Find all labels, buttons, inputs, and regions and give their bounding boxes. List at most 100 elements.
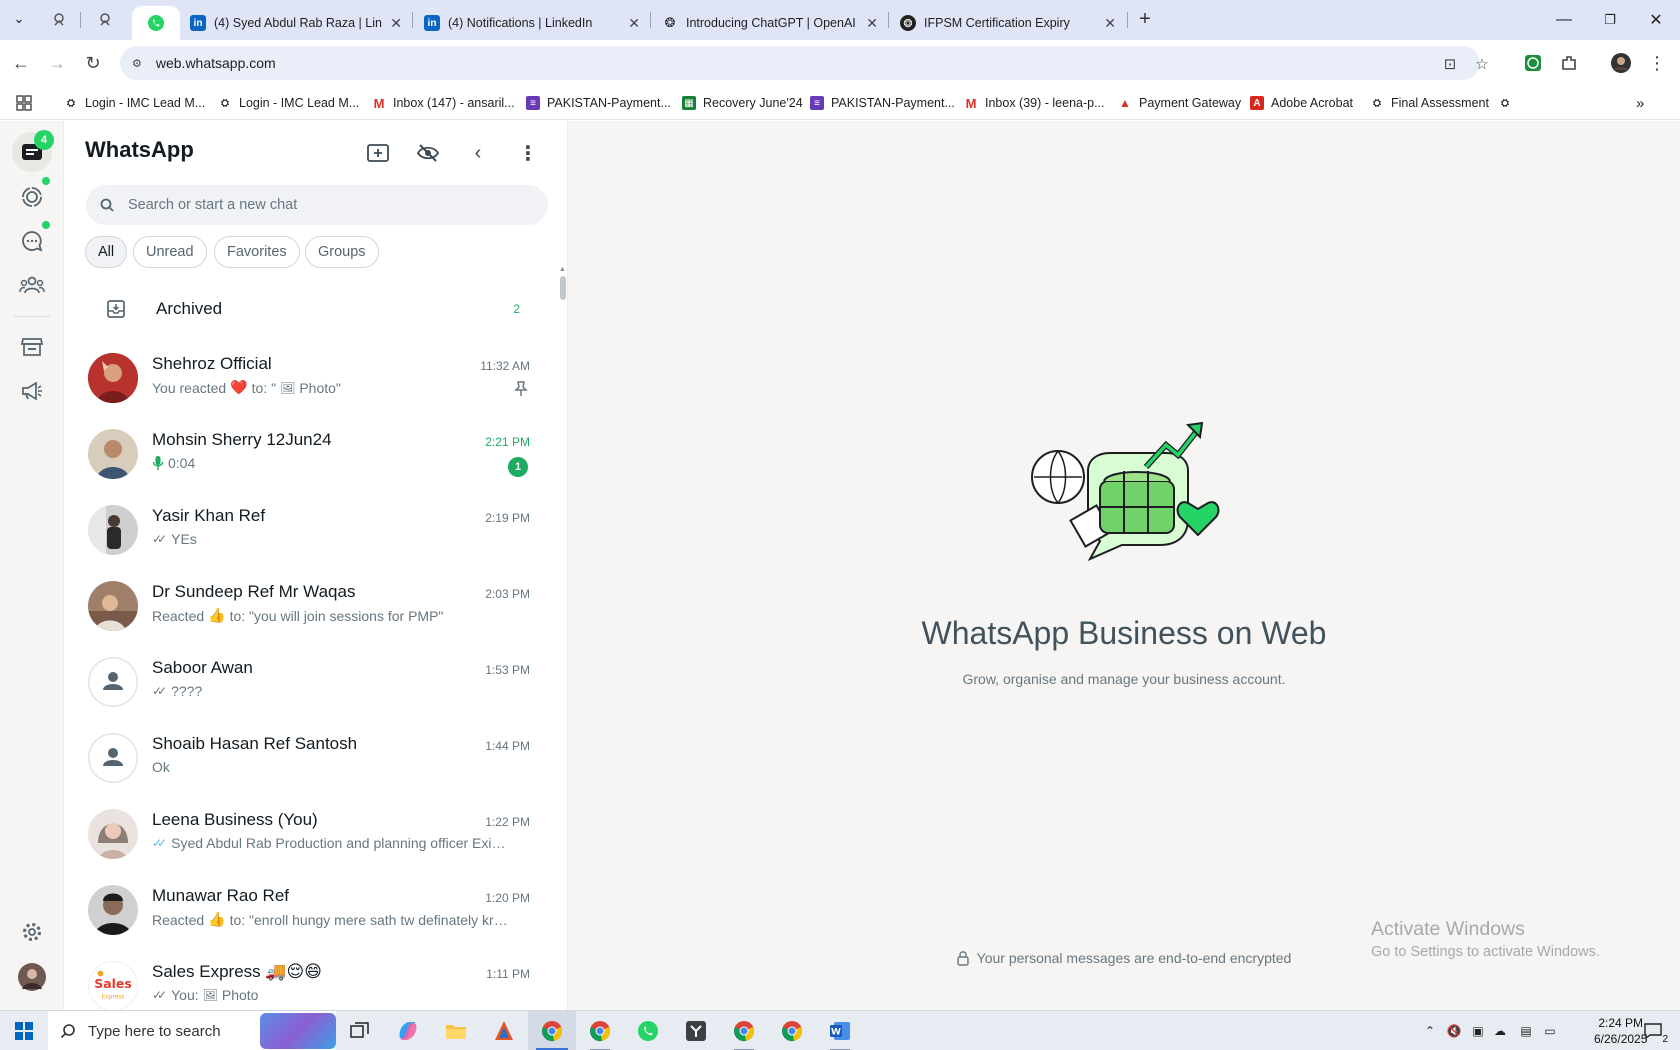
chat-preview: 0:04 [152,455,512,471]
word-icon[interactable]: W [816,1011,864,1050]
close-tab-icon[interactable]: ✕ [866,15,878,32]
chrome-profile-icon[interactable] [720,1011,768,1050]
chat-time: 1:22 PM [485,815,530,829]
weather-cloud-icon[interactable]: ☁ [1490,1021,1510,1041]
svg-text:Express: Express [102,994,124,1000]
bookmark-adobe-acrobat[interactable]: A Adobe Acrobat [1250,93,1353,113]
linkedin-icon: in [424,15,440,31]
bookmark-imc-extra[interactable]: ⛭ [1498,93,1519,113]
new-chat-icon[interactable] [364,139,392,167]
filter-unread[interactable]: Unread [133,236,207,268]
apps-grid-icon[interactable] [16,93,32,113]
whatsapp-extension-icon[interactable] [1520,50,1546,76]
catalog-store-icon[interactable] [12,327,52,367]
copilot-icon[interactable] [384,1011,432,1050]
communities-icon[interactable] [12,265,52,305]
settings-gear-icon[interactable] [12,912,52,952]
hide-eye-icon[interactable] [414,139,442,167]
extensions-icon[interactable] [1556,50,1582,76]
chat-search-box[interactable] [86,185,548,225]
notification-center-icon[interactable]: 2 [1638,1019,1668,1045]
welcome-title: WhatsApp Business on Web [921,615,1327,651]
chat-row-saboor-awan[interactable]: Saboor Awan 1:53 PM ✓✓ ???? [64,645,550,721]
bookmark-inbox-ansari[interactable]: M Inbox (147) - ansaril... [372,93,515,113]
bookmark-pakistan-payment-2[interactable]: ≡ PAKISTAN-Payment... [810,93,955,113]
back-icon[interactable]: ← [8,50,34,76]
bookmark-recovery-june[interactable]: ▦ Recovery June'24 [682,93,803,113]
browser-menu-icon[interactable]: ⋮ [1644,50,1670,76]
reload-icon[interactable]: ↻ [80,50,106,76]
window-close-icon[interactable]: ✕ [1633,6,1679,34]
collapse-chevron-left-icon[interactable]: ‹ [464,139,492,167]
pinned-tab-imc-icon[interactable] [48,8,70,30]
show-hidden-icons-chevron-icon[interactable]: ⌃ [1420,1021,1440,1041]
bookmark-inbox-leena[interactable]: M Inbox (39) - leena-p... [964,93,1105,113]
bookmark-imc-login-1[interactable]: ⛭ Login - IMC Lead M... [64,93,205,113]
chat-list-scrollbar[interactable]: ▲ [559,266,566,1010]
chat-row-dr-sundeep[interactable]: Dr Sundeep Ref Mr Waqas 2:03 PM Reacted … [64,569,550,645]
welcome-panel: WhatsApp Business on Web Grow, organise … [568,121,1680,1010]
network-icon[interactable]: ▭ [1540,1021,1560,1041]
tab-linkedin-profile[interactable]: in (4) Syed Abdul Rab Raza | Linke ✕ [180,6,412,40]
filter-all[interactable]: All [85,236,128,268]
chrome-icon-2[interactable] [576,1011,624,1050]
tally-app-icon[interactable] [672,1011,720,1050]
close-tab-icon[interactable]: ✕ [1104,15,1116,32]
file-explorer-icon[interactable] [432,1011,480,1050]
restore-icon[interactable]: ❐ [1587,6,1633,34]
advertise-megaphone-icon[interactable] [12,371,52,411]
scrollbar-thumb[interactable] [560,276,566,300]
scroll-up-icon[interactable]: ▲ [559,266,566,273]
profile-avatar[interactable] [1608,50,1634,76]
my-profile-avatar[interactable] [12,957,52,997]
forward-icon[interactable]: → [44,50,70,76]
whatsapp-desktop-icon[interactable] [624,1011,672,1050]
openai-icon: ❂ [900,15,916,31]
bookmark-pakistan-payment-1[interactable]: ≡ PAKISTAN-Payment... [526,93,671,113]
chat-row-yasir-khan[interactable]: Yasir Khan Ref 2:19 PM ✓✓ YEs [64,493,550,569]
chat-row-munawar-rao[interactable]: Munawar Rao Ref 1:20 PM Reacted 👍 to: "e… [64,873,550,949]
menu-kebab-icon[interactable]: ⋮ [514,139,542,167]
new-tab-icon[interactable]: + [1134,8,1156,30]
windows-start-icon[interactable] [0,1011,48,1050]
chat-row-shoaib-hasan[interactable]: Shoaib Hasan Ref Santosh 1:44 PM Ok [64,721,550,797]
unread-count-badge: 1 [508,457,528,477]
meet-now-icon[interactable]: ▣ [1468,1021,1488,1041]
site-info-icon[interactable]: ⚙ [132,57,142,70]
chat-row-shehroz-official[interactable]: Shehroz Official 11:32 AM You reacted ❤️… [64,341,550,417]
close-tab-icon[interactable]: ✕ [390,15,402,32]
filter-groups[interactable]: Groups [305,236,379,268]
chat-row-leena-business[interactable]: Leena Business (You) 1:22 PM ✓✓ Syed Abd… [64,797,550,873]
taskbar-search-box[interactable]: Type here to search [48,1011,336,1050]
search-input[interactable] [128,197,508,213]
display-icon[interactable]: ▤ [1516,1021,1536,1041]
tab-ifpsm[interactable]: ❂ IFPSM Certification Expiry ✕ [890,6,1126,40]
tab-search-dropdown-icon[interactable]: ⌄ [8,8,30,30]
bookmark-label: Inbox (39) - leena-p... [985,96,1105,110]
address-bar[interactable]: ⚙ web.whatsapp.com ⊡ ☆ [120,46,1489,80]
filter-favorites[interactable]: Favorites [214,236,300,268]
volume-muted-icon[interactable]: 🔇 [1444,1021,1464,1041]
bookmark-star-icon[interactable]: ☆ [1472,54,1492,74]
close-tab-icon[interactable]: ✕ [628,15,640,32]
tab-whatsapp[interactable] [132,6,180,40]
chrome-icon[interactable] [528,1011,576,1050]
install-app-icon[interactable]: ⊡ [1440,54,1460,74]
url-text[interactable]: web.whatsapp.com [156,55,276,71]
pdf-app-icon[interactable] [480,1011,528,1050]
minimize-icon[interactable]: — [1541,6,1587,34]
chat-row-mohsin-sherry[interactable]: Mohsin Sherry 12Jun24 2:21 PM 0:04 1 [64,417,550,493]
welcome-subtitle: Grow, organise and manage your business … [962,671,1286,687]
bookmark-final-assessment[interactable]: ⛭ Final Assessment [1370,93,1489,113]
chat-name: Shehroz Official [152,354,272,373]
bookmark-payment-gateway[interactable]: ▲ Payment Gateway [1118,93,1241,113]
archived-chats-row[interactable]: Archived 2 [64,281,550,337]
task-view-icon[interactable] [336,1011,384,1050]
chrome-profile-icon-2[interactable] [768,1011,816,1050]
tab-linkedin-notifications[interactable]: in (4) Notifications | LinkedIn ✕ [414,6,650,40]
bookmark-imc-login-2[interactable]: ⛭ Login - IMC Lead M... [218,93,359,113]
gmail-icon: M [373,95,385,111]
more-bookmarks-icon[interactable]: » [1636,93,1644,113]
tab-chatgpt[interactable]: ❂ Introducing ChatGPT | OpenAI ✕ [652,6,888,40]
pinned-tab-imc-icon-2[interactable] [94,8,116,30]
